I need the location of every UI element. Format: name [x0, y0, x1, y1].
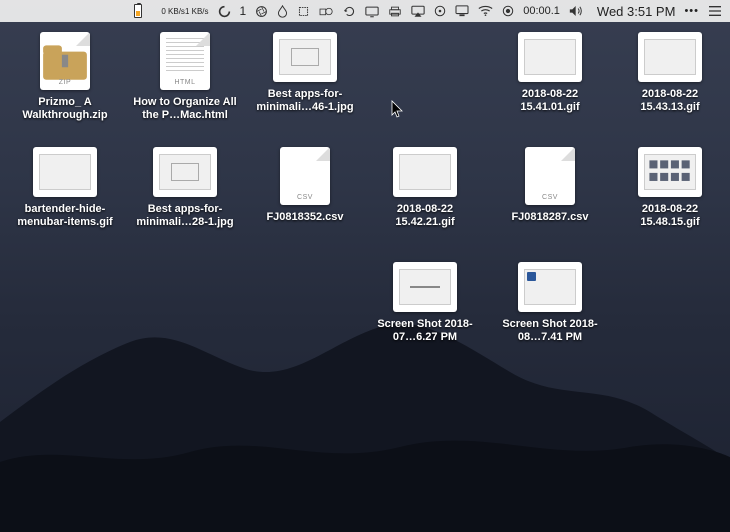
file-label: Best apps-for-minimali…28-1.jpg [131, 203, 239, 229]
circle-dot-icon[interactable] [434, 0, 446, 22]
file-label: 2018-08-22 15.48.15.gif [616, 203, 724, 229]
droplet-icon[interactable] [277, 0, 288, 22]
file-thumbnail [153, 147, 217, 197]
spiral-icon[interactable] [218, 0, 231, 22]
file-label: Best apps-for-minimali…46-1.jpg [251, 88, 359, 114]
monitor-icon[interactable] [455, 0, 469, 22]
file-thumbnail: CSV [525, 147, 575, 205]
clock-text[interactable]: Wed 3:51 PM [597, 0, 676, 22]
file-thumbnail [33, 147, 97, 197]
printer-icon[interactable] [388, 0, 402, 22]
file-label: Screen Shot 2018-07…6.27 PM [371, 318, 479, 344]
file-label: 2018-08-22 15.41.01.gif [496, 88, 604, 114]
file-label: Prizmo_ A Walkthrough.zip [11, 96, 119, 122]
badge-count[interactable]: 1 [240, 0, 247, 22]
file-label: 2018-08-22 15.43.13.gif [616, 88, 724, 114]
network-speed[interactable]: 0 KB/s 1 KB/s [161, 0, 208, 22]
file-ss2[interactable]: Screen Shot 2018-08…7.41 PM [495, 262, 605, 344]
file-label: bartender-hide-menubar-items.gif [11, 203, 119, 229]
csv-badge: CSV [542, 194, 558, 201]
zip-badge: ZIP [59, 79, 71, 86]
file-thumbnail [393, 147, 457, 197]
airplay-icon[interactable] [411, 0, 425, 22]
file-csv1[interactable]: CSV FJ0818352.csv [250, 147, 360, 224]
notification-center-icon[interactable] [708, 0, 722, 22]
file-thumbnail: HTML [160, 32, 210, 90]
desktop[interactable]: ZIP Prizmo_ A Walkthrough.zip HTML How to O… [0, 22, 730, 532]
menubar: 0 KB/s 1 KB/s 1 00:00.1 Wed 3:51 [0, 0, 730, 22]
file-csv2[interactable]: CSV FJ0818287.csv [495, 147, 605, 224]
file-thumbnail [638, 32, 702, 82]
file-label: How to Organize All the P…Mac.html [131, 96, 239, 122]
file-label: FJ0818287.csv [511, 211, 588, 224]
file-jpg1[interactable]: Best apps-for-minimali…46-1.jpg [250, 32, 360, 114]
file-label: FJ0818352.csv [266, 211, 343, 224]
file-label: Screen Shot 2018-08…7.41 PM [496, 318, 604, 344]
net-up: 0 KB/s [161, 8, 185, 15]
file-ss1[interactable]: Screen Shot 2018-07…6.27 PM [370, 262, 480, 344]
volume-icon[interactable] [569, 0, 584, 22]
file-thumbnail [273, 32, 337, 82]
timer-text[interactable]: 00:00.1 [523, 0, 560, 22]
file-jpg2[interactable]: Best apps-for-minimali…28-1.jpg [130, 147, 240, 229]
file-thumbnail [393, 262, 457, 312]
file-thumbnail: CSV [280, 147, 330, 205]
file-label: 2018-08-22 15.42.21.gif [371, 203, 479, 229]
csv-badge: CSV [297, 194, 313, 201]
aperture-icon[interactable] [255, 0, 268, 22]
overflow-icon[interactable]: ••• [684, 0, 699, 22]
tv-icon[interactable] [365, 0, 379, 22]
file-gif3[interactable]: bartender-hide-menubar-items.gif [10, 147, 120, 229]
file-thumbnail [638, 147, 702, 197]
crop-icon[interactable] [297, 0, 310, 22]
battery-icon[interactable] [134, 0, 142, 22]
file-gif5[interactable]: 2018-08-22 15.48.15.gif [615, 147, 725, 229]
net-down: 1 KB/s [185, 8, 209, 15]
shapes-icon[interactable] [319, 0, 334, 22]
file-html[interactable]: HTML How to Organize All the P…Mac.html [130, 32, 240, 122]
html-badge: HTML [174, 79, 195, 86]
wifi-icon[interactable] [478, 0, 493, 22]
file-gif2[interactable]: 2018-08-22 15.43.13.gif [615, 32, 725, 114]
file-gif4[interactable]: 2018-08-22 15.42.21.gif [370, 147, 480, 229]
file-gif1[interactable]: 2018-08-22 15.41.01.gif [495, 32, 605, 114]
file-zip[interactable]: ZIP Prizmo_ A Walkthrough.zip [10, 32, 120, 122]
file-thumbnail [518, 262, 582, 312]
record-icon[interactable] [502, 0, 514, 22]
refresh-icon[interactable] [343, 0, 356, 22]
file-thumbnail [518, 32, 582, 82]
file-thumbnail: ZIP [40, 32, 90, 90]
